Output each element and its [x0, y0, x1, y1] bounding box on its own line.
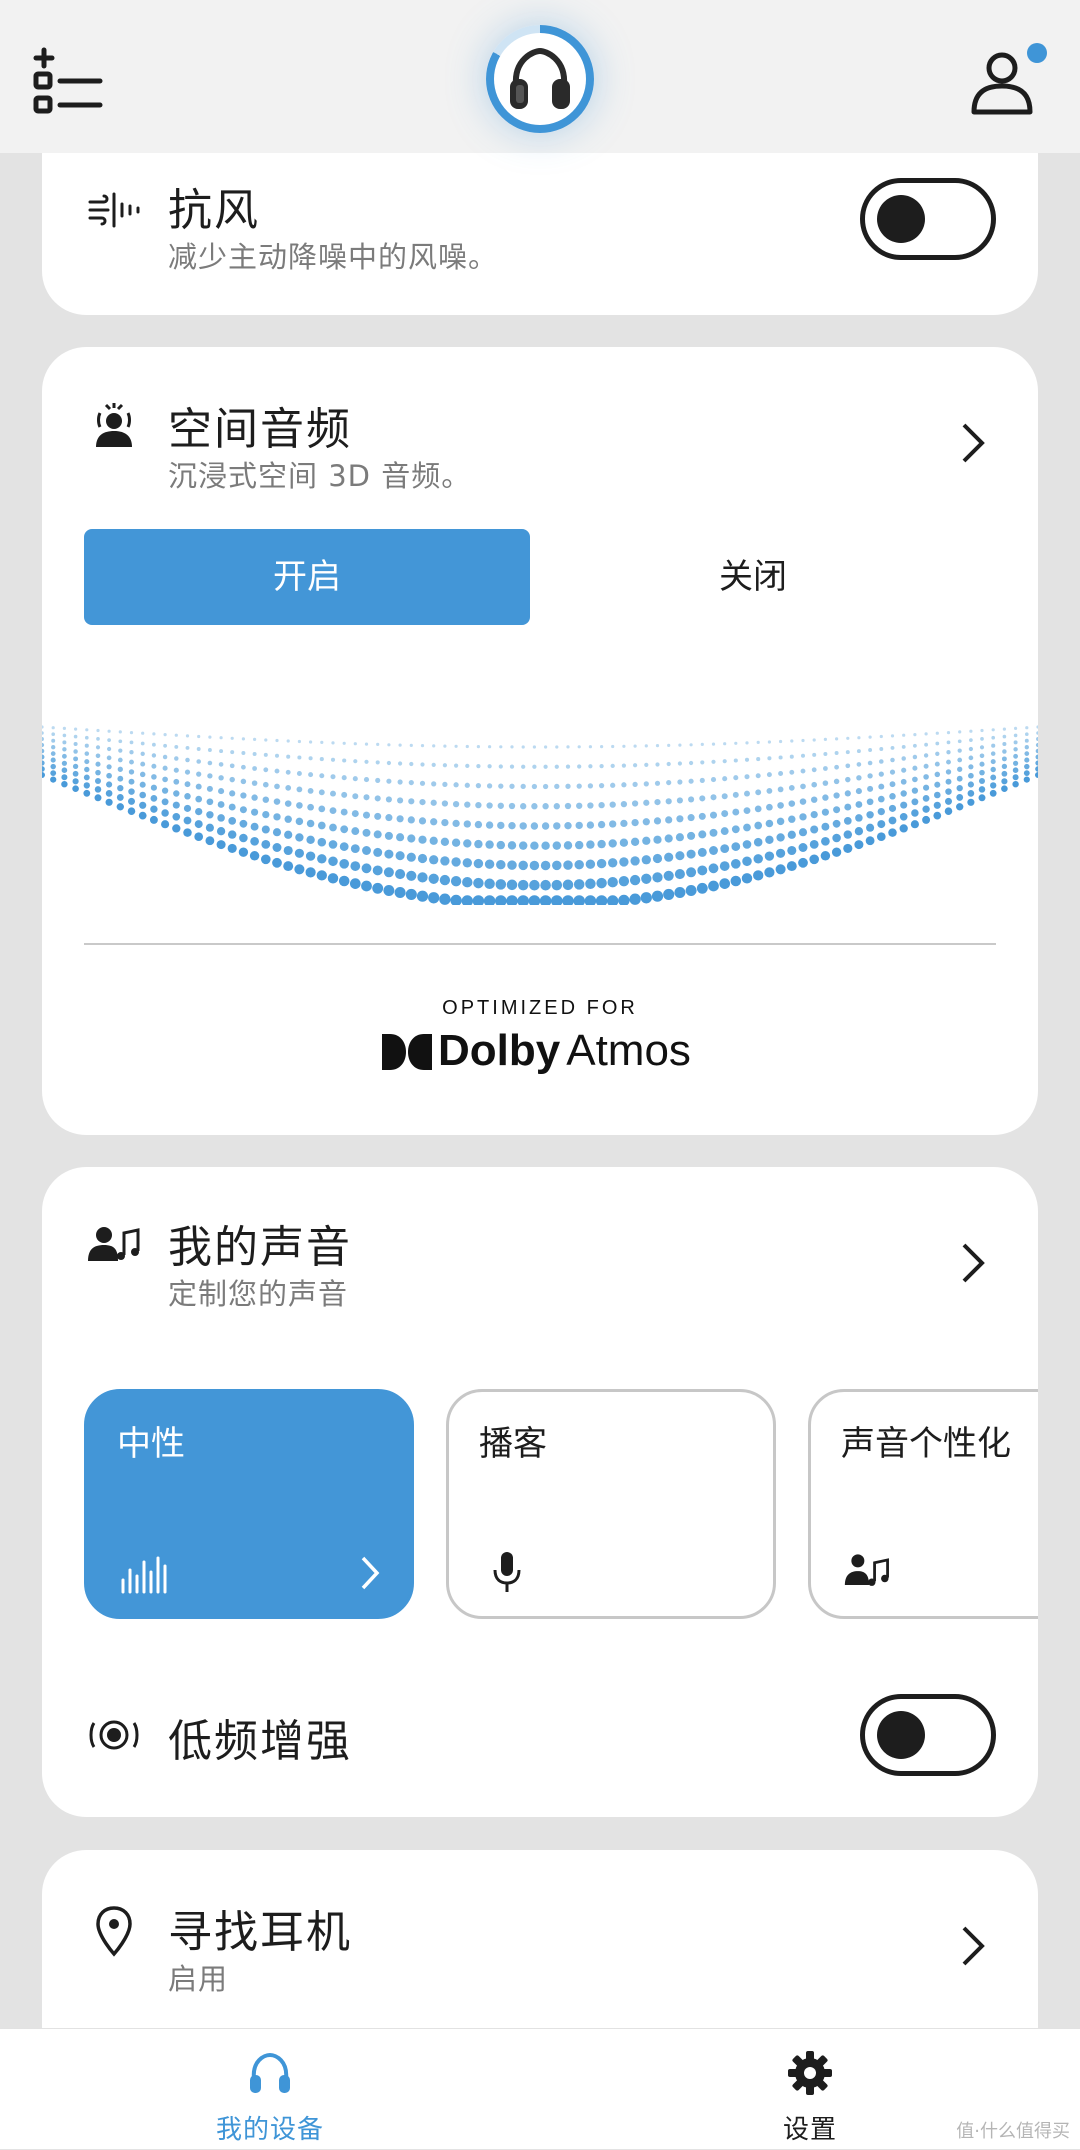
wind-toggle[interactable] — [860, 178, 996, 260]
notification-dot — [1027, 43, 1047, 63]
my-sound-card: 我的声音 定制您的声音 中性 播客 声音个性化 低频增强 — [42, 1167, 1038, 1817]
chevron-right-icon[interactable] — [958, 1922, 988, 1970]
headphones-icon — [250, 2052, 290, 2093]
preset-label: 播客 — [479, 1424, 547, 1464]
device-headphones-button[interactable] — [486, 25, 594, 133]
headphones-icon — [510, 47, 570, 109]
nav-label: 设置 — [782, 2115, 837, 2145]
microphone-icon — [493, 1552, 521, 1592]
my-sound-subtitle: 定制您的声音 — [168, 1277, 349, 1311]
spatial-wave-graphic — [42, 725, 1038, 905]
dolby-word: Dolby — [438, 1026, 561, 1075]
watermark: 值·什么值得买 — [956, 2121, 1070, 2142]
preset-tile-personalization[interactable]: 声音个性化 — [808, 1389, 1038, 1619]
find-subtitle: 启用 — [168, 1962, 229, 1996]
top-bar — [0, 0, 1080, 153]
equalizer-icon — [121, 1556, 167, 1594]
gear-icon — [788, 2051, 832, 2095]
preset-label: 声音个性化 — [841, 1424, 1011, 1464]
dolby-atmos-logo: Dolby Atmos — [382, 1026, 702, 1080]
bass-speaker-icon — [89, 1720, 139, 1750]
wind-icon — [88, 192, 140, 228]
dolby-logo-icon — [382, 1034, 432, 1070]
spatial-on-button[interactable]: 开启 — [84, 529, 530, 625]
person-music-icon — [88, 1227, 140, 1261]
preset-label: 中性 — [117, 1424, 185, 1464]
spatial-audio-card: 空间音频 沉浸式空间 3D 音频。 开启 关闭 OPTIMIZED FOR Do… — [42, 347, 1038, 1135]
bass-boost-title: 低频增强 — [168, 1716, 352, 1767]
preset-tile-neutral[interactable]: 中性 — [84, 1389, 414, 1619]
spatial-title: 空间音频 — [168, 404, 352, 455]
dolby-caption: OPTIMIZED FOR — [442, 997, 638, 1019]
bass-boost-toggle[interactable] — [860, 1694, 996, 1776]
toggle-knob — [877, 1711, 925, 1759]
find-title: 寻找耳机 — [168, 1907, 352, 1958]
preset-tile-podcast[interactable]: 播客 — [446, 1389, 776, 1619]
add-list-icon[interactable] — [30, 44, 110, 124]
spatial-off-button[interactable]: 关闭 — [530, 529, 976, 625]
bottom-nav: 我的设备 设置 值·什么值得买 — [0, 2028, 1080, 2149]
toggle-knob — [877, 195, 925, 243]
divider — [84, 943, 996, 945]
chevron-right-icon — [361, 1556, 380, 1590]
nav-settings[interactable]: 设置 — [710, 2029, 910, 2150]
nav-label: 我的设备 — [215, 2115, 324, 2145]
location-pin-icon — [96, 1906, 132, 1957]
my-sound-title: 我的声音 — [168, 1222, 352, 1273]
nav-my-devices[interactable]: 我的设备 — [170, 2029, 370, 2150]
chevron-right-icon[interactable] — [958, 419, 988, 467]
spatial-audio-icon — [96, 403, 132, 447]
spatial-subtitle: 沉浸式空间 3D 音频。 — [168, 459, 472, 493]
chevron-right-icon[interactable] — [958, 1239, 988, 1287]
atmos-word: Atmos — [566, 1026, 691, 1075]
person-music-icon — [844, 1554, 889, 1586]
wind-subtitle: 减少主动降噪中的风噪。 — [168, 240, 499, 274]
wind-title: 抗风 — [168, 185, 260, 236]
